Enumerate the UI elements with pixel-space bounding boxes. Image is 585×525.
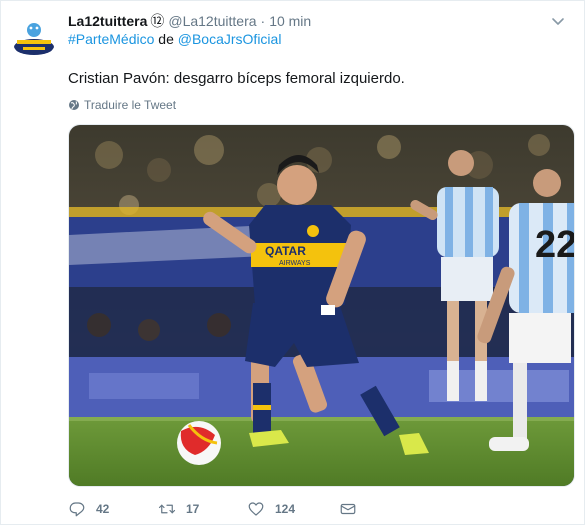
- reply-count: 42: [96, 502, 110, 516]
- user-handle[interactable]: @La12tuittera: [168, 13, 256, 29]
- retweet-button[interactable]: 17: [158, 500, 239, 518]
- envelope-icon: [340, 503, 356, 515]
- tweet-text: Cristian Pavón: desgarro bíceps femoral …: [68, 70, 405, 87]
- avatar-image: [11, 13, 57, 59]
- jersey-sponsor-sub: AIRWAYS: [279, 260, 311, 267]
- retweet-icon: [158, 504, 176, 514]
- like-button[interactable]: 124: [247, 500, 331, 518]
- reply-button[interactable]: 42: [68, 500, 150, 518]
- like-count: 124: [275, 502, 296, 516]
- player-number: 22: [535, 224, 575, 266]
- tweet-card: La12tuittera ⑫ @La12tuittera · 10 min #P…: [0, 0, 585, 525]
- chevron-down-icon[interactable]: [550, 13, 566, 29]
- name-badge: ⑫: [150, 13, 165, 29]
- retweet-count: 17: [186, 502, 200, 516]
- message-button[interactable]: [339, 500, 369, 518]
- tweet-header: La12tuittera ⑫ @La12tuittera · 10 min: [68, 11, 564, 31]
- heart-icon: [248, 502, 264, 516]
- tweet-time[interactable]: 10 min: [269, 13, 311, 29]
- jersey-sponsor: QATAR: [265, 244, 306, 258]
- football: [177, 421, 221, 465]
- translate-label: Traduire le Tweet: [84, 98, 177, 112]
- tweet-actions: 42 17 124: [68, 498, 574, 520]
- hashtag-link[interactable]: #ParteMédico: [68, 31, 154, 47]
- connector-text: de: [158, 31, 174, 47]
- globe-icon: [69, 100, 79, 110]
- mention-link[interactable]: @BocaJrsOficial: [178, 31, 282, 47]
- tweet-subline: #ParteMédico de @BocaJrsOficial: [68, 31, 281, 47]
- reply-icon: [69, 502, 85, 517]
- match-photo: 22 QATAR AIRWAYS: [69, 125, 575, 486]
- translate-link[interactable]: Traduire le Tweet: [68, 98, 176, 112]
- avatar[interactable]: [11, 13, 57, 59]
- separator: ·: [260, 13, 266, 29]
- display-name[interactable]: La12tuittera: [68, 13, 147, 29]
- tweet-photo[interactable]: 22 QATAR AIRWAYS: [68, 124, 575, 487]
